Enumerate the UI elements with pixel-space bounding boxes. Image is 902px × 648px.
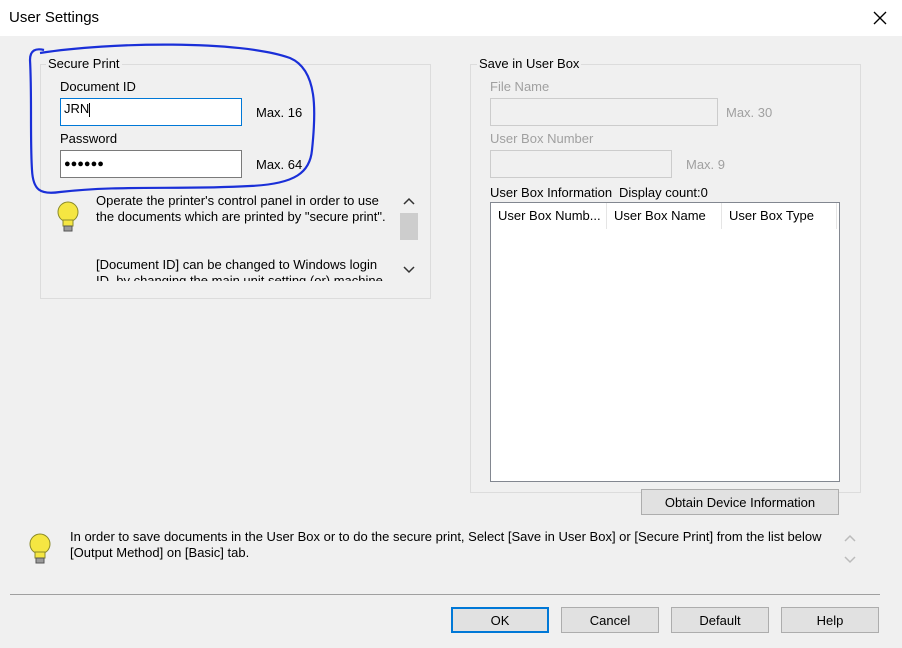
help-button[interactable]: Help [781,607,879,633]
footer-scrollbar[interactable] [840,528,860,570]
box-number-input[interactable] [490,150,672,178]
box-number-max: Max. 9 [686,157,726,172]
ok-button[interactable]: OK [451,607,549,633]
column-header-type[interactable]: User Box Type [722,203,837,229]
default-button[interactable]: Default [671,607,769,633]
file-name-label: File Name [490,79,550,94]
footer-message: In order to save documents in the User B… [70,529,840,561]
chevron-up-icon[interactable] [844,534,856,542]
separator [10,594,880,595]
box-number-label: User Box Number [490,131,594,146]
user-box-list[interactable]: User Box Numb... User Box Name User Box … [490,202,840,482]
user-box-legend: Save in User Box [477,56,582,71]
file-name-input[interactable] [490,98,718,126]
lightbulb-icon [28,532,52,569]
display-count: Display count:0 [619,185,708,200]
list-header: User Box Numb... User Box Name User Box … [491,203,839,230]
file-name-max: Max. 30 [726,105,773,120]
cancel-button[interactable]: Cancel [561,607,659,633]
column-header-name[interactable]: User Box Name [607,203,722,229]
footer-line: In order to save documents in the User B… [70,529,822,544]
column-header-number[interactable]: User Box Numb... [491,203,607,229]
user-box-info-label: User Box Information [490,185,613,200]
footer-line: [Output Method] on [Basic] tab. [70,545,250,560]
obtain-device-info-button[interactable]: Obtain Device Information [641,489,839,515]
chevron-down-icon[interactable] [844,556,856,564]
